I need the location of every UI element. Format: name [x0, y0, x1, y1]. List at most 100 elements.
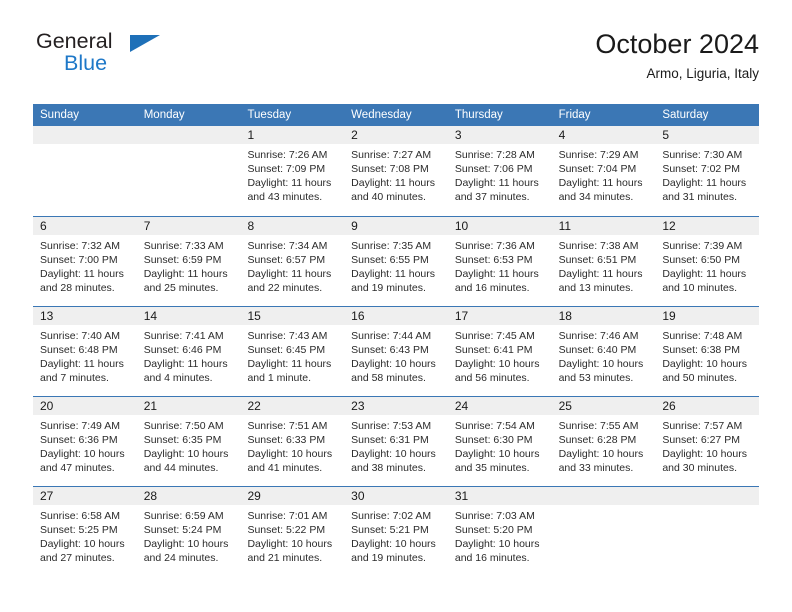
day-cell[interactable]: 24 Sunrise: 7:54 AM Sunset: 6:30 PM Dayl…	[447, 397, 552, 486]
day-cell[interactable]: 10 Sunrise: 7:36 AM Sunset: 6:53 PM Dayl…	[447, 217, 552, 306]
day-number: 22	[240, 397, 345, 415]
day-cell[interactable]: 23 Sunrise: 7:53 AM Sunset: 6:31 PM Dayl…	[344, 397, 448, 486]
day-number: 17	[447, 307, 552, 325]
day-info: Sunrise: 7:46 AM Sunset: 6:40 PM Dayligh…	[552, 325, 656, 385]
day-cell[interactable]: 5 Sunrise: 7:30 AM Sunset: 7:02 PM Dayli…	[655, 126, 760, 216]
sunrise-text: Sunrise: 7:34 AM	[247, 240, 328, 252]
sunset-text: Sunset: 6:30 PM	[454, 434, 533, 447]
day-number: 28	[136, 487, 241, 505]
day-cell[interactable]: 22 Sunrise: 7:51 AM Sunset: 6:33 PM Dayl…	[240, 397, 345, 486]
daylight-text-line1: Daylight: 11 hours	[558, 177, 643, 190]
weekday-header-friday: Friday	[558, 109, 591, 121]
sunrise-text: Sunrise: 7:26 AM	[247, 149, 328, 161]
daylight-text-line2: and 56 minutes.	[454, 372, 530, 385]
day-cell[interactable]: 27 Sunrise: 6:58 AM Sunset: 5:25 PM Dayl…	[33, 487, 137, 576]
day-cell[interactable]: 2 Sunrise: 7:27 AM Sunset: 7:08 PM Dayli…	[344, 126, 448, 216]
day-cell[interactable]: 25 Sunrise: 7:55 AM Sunset: 6:28 PM Dayl…	[551, 397, 656, 486]
daylight-text-line1: Daylight: 11 hours	[351, 268, 436, 281]
day-cell[interactable]: 1 Sunrise: 7:26 AM Sunset: 7:09 PM Dayli…	[240, 126, 345, 216]
sunrise-text: Sunrise: 7:53 AM	[351, 420, 432, 432]
day-cell[interactable]: 9 Sunrise: 7:35 AM Sunset: 6:55 PM Dayli…	[344, 217, 448, 306]
day-cell[interactable]: 28 Sunrise: 6:59 AM Sunset: 5:24 PM Dayl…	[136, 487, 241, 576]
daylight-text-line2: and 1 minute.	[247, 372, 312, 385]
day-number: 24	[447, 397, 552, 415]
daylight-text-line1: Daylight: 11 hours	[662, 268, 747, 281]
day-info: Sunrise: 7:02 AM Sunset: 5:21 PM Dayligh…	[344, 505, 448, 565]
daylight-text-line1: Daylight: 10 hours	[558, 448, 644, 461]
daylight-text-line1: Daylight: 11 hours	[40, 268, 124, 281]
day-info: Sunrise: 7:45 AM Sunset: 6:41 PM Dayligh…	[448, 325, 552, 385]
day-cell[interactable]	[33, 126, 137, 216]
day-number: 21	[136, 397, 241, 415]
day-info: Sunrise: 7:32 AM Sunset: 7:00 PM Dayligh…	[33, 235, 137, 295]
day-info: Sunrise: 7:51 AM Sunset: 6:33 PM Dayligh…	[240, 415, 344, 475]
day-cell[interactable]	[655, 487, 760, 576]
day-cell[interactable]: 4 Sunrise: 7:29 AM Sunset: 7:04 PM Dayli…	[551, 126, 656, 216]
day-cell[interactable]: 14 Sunrise: 7:41 AM Sunset: 6:46 PM Dayl…	[136, 307, 241, 396]
day-info: Sunrise: 7:54 AM Sunset: 6:30 PM Dayligh…	[448, 415, 552, 475]
weekday-header-sunday: Sunday	[40, 109, 80, 121]
sunrise-text: Sunrise: 7:33 AM	[143, 240, 224, 252]
week-row: 13 Sunrise: 7:40 AM Sunset: 6:48 PM Dayl…	[33, 306, 760, 396]
sunset-text: Sunset: 7:06 PM	[454, 163, 533, 176]
day-cell[interactable]: 3 Sunrise: 7:28 AM Sunset: 7:06 PM Dayli…	[447, 126, 552, 216]
day-cell[interactable]: 18 Sunrise: 7:46 AM Sunset: 6:40 PM Dayl…	[551, 307, 656, 396]
daylight-text-line1: Daylight: 11 hours	[40, 358, 124, 371]
day-cell[interactable]: 17 Sunrise: 7:45 AM Sunset: 6:41 PM Dayl…	[447, 307, 552, 396]
day-cell[interactable]: 31 Sunrise: 7:03 AM Sunset: 5:20 PM Dayl…	[447, 487, 552, 576]
day-info: Sunrise: 7:35 AM Sunset: 6:55 PM Dayligh…	[344, 235, 448, 295]
sunset-text: Sunset: 6:43 PM	[351, 344, 429, 357]
daylight-text-line1: Daylight: 10 hours	[662, 358, 747, 371]
day-number: 23	[344, 397, 448, 415]
day-cell[interactable]: 13 Sunrise: 7:40 AM Sunset: 6:48 PM Dayl…	[33, 307, 137, 396]
day-cell[interactable]: 7 Sunrise: 7:33 AM Sunset: 6:59 PM Dayli…	[136, 217, 241, 306]
day-number	[551, 487, 656, 505]
day-info: Sunrise: 7:28 AM Sunset: 7:06 PM Dayligh…	[448, 144, 552, 204]
day-info: Sunrise: 7:38 AM Sunset: 6:51 PM Dayligh…	[552, 235, 656, 295]
day-cell[interactable]: 26 Sunrise: 7:57 AM Sunset: 6:27 PM Dayl…	[655, 397, 760, 486]
day-number: 8	[240, 217, 345, 235]
day-number: 10	[447, 217, 552, 235]
daylight-text-line2: and 28 minutes.	[40, 282, 115, 295]
daylight-text-line1: Daylight: 10 hours	[454, 538, 540, 551]
sunrise-text: Sunrise: 6:58 AM	[40, 510, 120, 522]
daylight-text-line1: Daylight: 11 hours	[662, 177, 747, 190]
daylight-text-line1: Daylight: 10 hours	[662, 448, 747, 461]
sunset-text: Sunset: 6:33 PM	[247, 434, 326, 447]
day-number: 20	[33, 397, 137, 415]
sunset-text: Sunset: 6:40 PM	[558, 344, 637, 357]
sunrise-text: Sunrise: 7:43 AM	[247, 330, 328, 342]
day-cell[interactable]: 15 Sunrise: 7:43 AM Sunset: 6:45 PM Dayl…	[240, 307, 345, 396]
sunset-text: Sunset: 7:08 PM	[351, 163, 429, 176]
day-cell[interactable]: 6 Sunrise: 7:32 AM Sunset: 7:00 PM Dayli…	[33, 217, 137, 306]
daylight-text-line2: and 25 minutes.	[143, 282, 219, 295]
day-cell[interactable]: 16 Sunrise: 7:44 AM Sunset: 6:43 PM Dayl…	[344, 307, 448, 396]
day-cell[interactable]: 20 Sunrise: 7:49 AM Sunset: 6:36 PM Dayl…	[33, 397, 137, 486]
sunrise-text: Sunrise: 7:36 AM	[454, 240, 535, 252]
sunset-text: Sunset: 6:35 PM	[143, 434, 222, 447]
day-info	[137, 144, 241, 148]
day-cell[interactable]	[136, 126, 241, 216]
weekday-header-thursday: Thursday	[454, 109, 503, 121]
sunrise-text: Sunrise: 7:32 AM	[40, 240, 120, 252]
day-cell[interactable]: 11 Sunrise: 7:38 AM Sunset: 6:51 PM Dayl…	[551, 217, 656, 306]
daylight-text-line2: and 33 minutes.	[558, 462, 634, 475]
day-number: 11	[551, 217, 656, 235]
day-cell[interactable]: 21 Sunrise: 7:50 AM Sunset: 6:35 PM Dayl…	[136, 397, 241, 486]
day-cell[interactable]	[551, 487, 656, 576]
sunrise-text: Sunrise: 7:01 AM	[247, 510, 328, 522]
brand-logo[interactable]: General Blue	[33, 28, 273, 86]
day-cell[interactable]: 8 Sunrise: 7:34 AM Sunset: 6:57 PM Dayli…	[240, 217, 345, 306]
day-info: Sunrise: 7:29 AM Sunset: 7:04 PM Dayligh…	[552, 144, 656, 204]
daylight-text-line1: Daylight: 10 hours	[454, 448, 540, 461]
day-number: 2	[344, 126, 448, 144]
day-cell[interactable]: 12 Sunrise: 7:39 AM Sunset: 6:50 PM Dayl…	[655, 217, 760, 306]
day-cell[interactable]: 19 Sunrise: 7:48 AM Sunset: 6:38 PM Dayl…	[655, 307, 760, 396]
day-cell[interactable]: 29 Sunrise: 7:01 AM Sunset: 5:22 PM Dayl…	[240, 487, 345, 576]
daylight-text-line2: and 27 minutes.	[40, 552, 115, 565]
week-row: 27 Sunrise: 6:58 AM Sunset: 5:25 PM Dayl…	[33, 486, 760, 576]
daylight-text-line1: Daylight: 10 hours	[351, 538, 436, 551]
day-cell[interactable]: 30 Sunrise: 7:02 AM Sunset: 5:21 PM Dayl…	[344, 487, 448, 576]
daylight-text-line1: Daylight: 10 hours	[40, 448, 125, 461]
daylight-text-line2: and 41 minutes.	[247, 462, 323, 475]
